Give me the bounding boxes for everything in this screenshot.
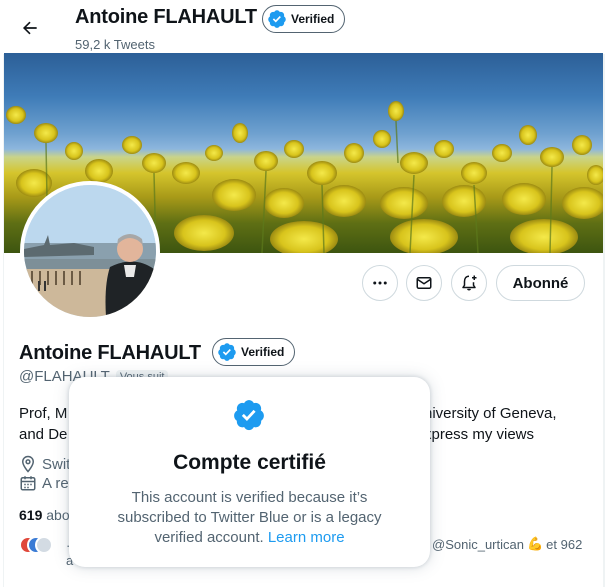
location-row: Swit — [19, 455, 70, 473]
tweet-count: 59,2 k Tweets — [75, 37, 155, 52]
known-followers-text[interactable]: @Sonic_urtican 💪 et 962 — [432, 536, 582, 552]
flexed-biceps-emoji: 💪 — [526, 536, 544, 551]
following-button[interactable]: Abonné — [496, 265, 585, 301]
joined-row: A re — [19, 474, 69, 492]
following-value: 619 — [19, 507, 43, 523]
bio-line-2-start: and De — [19, 426, 68, 443]
popup-body: This account is verified because it’s su… — [99, 488, 400, 548]
verified-popup: Compte certifié This account is verified… — [69, 377, 430, 567]
back-button[interactable] — [12, 10, 48, 46]
header-verified-label: Verified — [291, 12, 335, 26]
verified-badge-icon — [234, 400, 264, 431]
verified-badge-icon — [218, 343, 236, 361]
location-pin-icon — [21, 455, 35, 473]
profile-header: Antoine FLAHAULT Verified 59,2 k Tweets — [0, 0, 605, 54]
profile-page: Antoine FLAHAULT Verified 59,2 k Tweets — [0, 0, 605, 587]
more-horizontal-icon — [373, 281, 387, 285]
learn-more-link[interactable]: Learn more — [268, 529, 345, 546]
popup-title: Compte certifié — [173, 451, 326, 474]
known-followers-suffix: et 962 — [546, 536, 583, 552]
profile-verified-pill[interactable]: Verified — [212, 338, 296, 366]
location-text: Swit — [42, 455, 71, 473]
verified-badge-icon — [268, 10, 286, 28]
profile-verified-label: Verified — [241, 345, 285, 359]
envelope-icon — [416, 277, 432, 289]
more-button[interactable] — [362, 265, 398, 301]
bell-plus-icon — [462, 275, 477, 291]
following-count[interactable]: 619 abo — [19, 507, 70, 523]
notify-button[interactable] — [451, 265, 487, 301]
mini-avatar — [35, 536, 53, 554]
joined-text: A re — [42, 474, 69, 492]
avatar-photo — [24, 185, 156, 317]
following-label: abo — [46, 507, 70, 523]
bio-line-1-end: niversity of Geneva, — [424, 405, 557, 422]
header-verified-pill[interactable]: Verified — [262, 5, 346, 33]
profile-display-name: Antoine FLAHAULT — [19, 342, 201, 364]
message-button[interactable] — [406, 265, 442, 301]
bio-line-1-start: Prof, M — [19, 405, 68, 422]
known-follower-handle: @Sonic_urtican — [432, 536, 524, 552]
bio-line-2-end: xpress my views — [424, 426, 535, 443]
header-display-name: Antoine FLAHAULT — [75, 6, 257, 28]
calendar-icon — [20, 476, 36, 491]
known-followers-avatars[interactable] — [19, 536, 53, 556]
arrow-left-icon — [22, 21, 37, 35]
mini-avatar-stack — [19, 536, 53, 556]
profile-avatar[interactable] — [20, 181, 160, 321]
